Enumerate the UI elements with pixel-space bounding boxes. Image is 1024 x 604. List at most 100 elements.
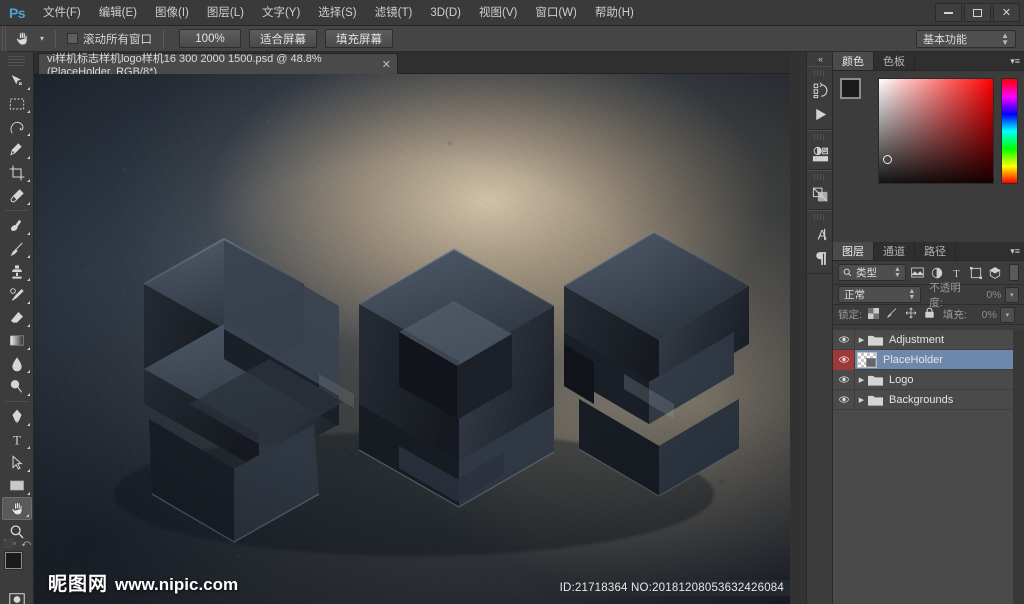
menu-3d[interactable]: 3D(D) xyxy=(421,0,470,26)
lock-position-icon[interactable] xyxy=(905,307,917,322)
adjustments-icon[interactable] xyxy=(807,142,834,166)
filter-type-icon[interactable]: T xyxy=(949,264,964,281)
paragraph-icon[interactable] xyxy=(807,246,834,270)
lasso-tool[interactable] xyxy=(2,115,32,138)
color-swatches[interactable]: ⬛▫ ⤺ xyxy=(0,538,34,587)
filter-smart-object-icon[interactable] xyxy=(987,264,1002,281)
opacity-value[interactable]: 0% xyxy=(975,289,1001,301)
lock-all-icon[interactable] xyxy=(924,307,935,322)
layer-name[interactable]: Logo xyxy=(889,374,913,386)
close-icon[interactable]: ✕ xyxy=(382,58,391,71)
layers-list[interactable]: ▶ Adjustment PlaceHolder ▶ Logo ▶ Backgr… xyxy=(833,330,1024,604)
layer-row-placeholder[interactable]: PlaceHolder xyxy=(833,349,1024,370)
type-tool[interactable]: T xyxy=(2,428,32,451)
lock-transparency-icon[interactable] xyxy=(867,307,879,322)
minimize-button[interactable] xyxy=(935,3,962,22)
history-brush-tool[interactable] xyxy=(2,283,32,306)
layer-visibility-toggle[interactable] xyxy=(833,349,855,370)
tab-paths[interactable]: 路径 xyxy=(915,242,956,260)
brush-tool[interactable] xyxy=(2,237,32,260)
lock-image-icon[interactable] xyxy=(886,307,898,322)
zoom-100-button[interactable]: 100% xyxy=(179,29,241,48)
menu-layer[interactable]: 图层(L) xyxy=(198,0,253,26)
fill-screen-button[interactable]: 填充屏幕 xyxy=(325,29,393,48)
move-tool[interactable] xyxy=(2,69,32,92)
quick-mask-button[interactable] xyxy=(2,589,32,604)
tab-channels[interactable]: 通道 xyxy=(874,242,915,260)
actions-play-icon[interactable] xyxy=(807,102,834,126)
menu-type[interactable]: 文字(Y) xyxy=(253,0,309,26)
dock-grip[interactable] xyxy=(814,70,825,76)
menu-image[interactable]: 图像(I) xyxy=(146,0,198,26)
dock-grip[interactable] xyxy=(814,134,825,140)
dock-grip[interactable] xyxy=(814,214,825,220)
layer-visibility-toggle[interactable] xyxy=(833,330,855,350)
swap-colors-icon[interactable]: ⤺ xyxy=(21,538,31,549)
options-bar-grip[interactable] xyxy=(0,25,8,52)
layer-name[interactable]: Backgrounds xyxy=(889,394,953,406)
filter-pixel-icon[interactable] xyxy=(910,264,925,281)
layer-name[interactable]: PlaceHolder xyxy=(883,354,943,366)
layer-row-adjustment[interactable]: ▶ Adjustment xyxy=(833,330,1024,350)
filter-enable-toggle[interactable] xyxy=(1008,264,1020,281)
gradient-tool[interactable] xyxy=(2,329,32,352)
scroll-all-windows-checkbox[interactable]: 滚动所有窗口 xyxy=(63,31,156,47)
healing-brush-tool[interactable] xyxy=(2,214,32,237)
pen-tool[interactable] xyxy=(2,405,32,428)
menu-window[interactable]: 窗口(W) xyxy=(526,0,586,26)
color-panel-foreground-swatch[interactable] xyxy=(840,78,861,99)
layer-styles-icon[interactable] xyxy=(807,182,834,206)
menu-select[interactable]: 选择(S) xyxy=(309,0,365,26)
menu-help[interactable]: 帮助(H) xyxy=(586,0,643,26)
foreground-color-swatch[interactable] xyxy=(5,552,22,569)
blur-tool[interactable] xyxy=(2,352,32,375)
hue-strip[interactable] xyxy=(1001,78,1018,184)
layer-group-expander[interactable]: ▶ xyxy=(855,396,868,404)
expand-panels-button[interactable]: « xyxy=(807,52,832,66)
color-ramp[interactable] xyxy=(878,78,994,184)
filter-shape-icon[interactable] xyxy=(968,264,983,281)
clone-stamp-tool[interactable] xyxy=(2,260,32,283)
layer-thumbnail[interactable] xyxy=(857,351,877,368)
menu-file[interactable]: 文件(F) xyxy=(34,0,90,26)
layer-row-logo[interactable]: ▶ Logo xyxy=(833,369,1024,390)
eraser-tool[interactable] xyxy=(2,306,32,329)
eyedropper-tool[interactable] xyxy=(2,184,32,207)
hand-tool[interactable] xyxy=(2,497,32,520)
default-colors-icon[interactable]: ⬛▫ xyxy=(3,539,16,548)
maximize-button[interactable] xyxy=(964,3,991,22)
path-selection-tool[interactable] xyxy=(2,451,32,474)
quick-selection-tool[interactable] xyxy=(2,138,32,161)
checkbox-box[interactable] xyxy=(67,33,78,44)
layer-visibility-toggle[interactable] xyxy=(833,369,855,390)
opacity-stepper[interactable]: ▾ xyxy=(1004,286,1020,303)
dodge-tool[interactable] xyxy=(2,375,32,398)
toolbar-grip[interactable] xyxy=(8,56,25,66)
tab-color[interactable]: 颜色 xyxy=(833,52,874,70)
history-icon[interactable] xyxy=(807,78,834,102)
marquee-tool[interactable] xyxy=(2,92,32,115)
layer-name[interactable]: Adjustment xyxy=(889,334,944,346)
menu-filter[interactable]: 滤镜(T) xyxy=(366,0,422,26)
fill-stepper[interactable]: ▾ xyxy=(999,306,1015,323)
tab-swatches[interactable]: 色板 xyxy=(874,52,915,70)
layer-row-backgrounds[interactable]: ▶ Backgrounds xyxy=(833,389,1024,410)
layer-visibility-toggle[interactable] xyxy=(833,389,855,410)
fill-value[interactable]: 0% xyxy=(969,309,997,321)
layers-panel-menu-icon[interactable]: ▾≡ xyxy=(1010,246,1020,257)
color-panel-swatches[interactable] xyxy=(839,78,872,109)
color-panel-menu-icon[interactable]: ▾≡ xyxy=(1010,56,1020,67)
dock-grip[interactable] xyxy=(814,174,825,180)
character-icon[interactable]: A xyxy=(807,222,834,246)
layer-group-expander[interactable]: ▶ xyxy=(855,336,868,344)
shape-tool[interactable] xyxy=(2,474,32,497)
menu-edit[interactable]: 编辑(E) xyxy=(90,0,146,26)
layer-group-expander[interactable]: ▶ xyxy=(855,376,868,384)
filter-adjustment-icon[interactable] xyxy=(929,264,944,281)
blend-mode-select[interactable]: 正常 ▲ ▼ xyxy=(838,286,922,303)
document-tab[interactable]: vi样机标志样机logo样机16 300 2000 1500.psd @ 48.… xyxy=(38,53,398,78)
close-button[interactable]: ✕ xyxy=(993,3,1020,22)
workspace-selector[interactable]: 基本功能 ▲ ▼ xyxy=(916,30,1016,48)
layer-filter-type-select[interactable]: 类型 ▲ ▼ xyxy=(838,264,906,281)
menu-view[interactable]: 视图(V) xyxy=(470,0,526,26)
